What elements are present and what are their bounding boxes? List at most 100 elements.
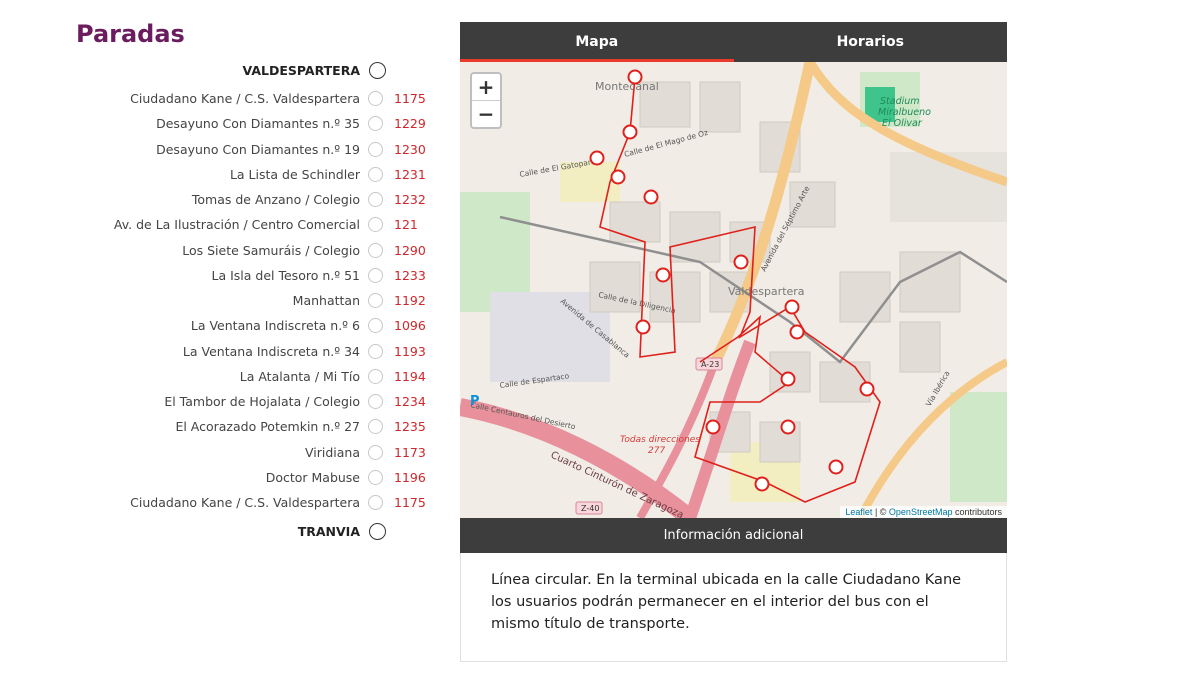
stop-name: Desayuno Con Diamantes n.º 19 (156, 141, 360, 157)
map-stop-marker[interactable] (622, 124, 638, 140)
stop-circle-icon (368, 293, 383, 308)
map-stop-marker[interactable] (589, 150, 605, 166)
stop-list-item[interactable]: El Acorazado Potemkin n.º 27 1235 (0, 416, 440, 441)
stop-circle-icon (368, 267, 383, 283)
stop-code: 1173 (394, 444, 426, 460)
map-stop-marker[interactable] (828, 459, 844, 475)
stop-list-item[interactable]: El Tambor de Hojalata / Colegio 1234 (0, 391, 440, 416)
stop-name: El Tambor de Hojalata / Colegio (164, 394, 360, 409)
label-stadium-2: Miralbueno (878, 107, 931, 118)
terminal-end-label: TRANVIA (297, 523, 360, 539)
attribution-suffix: contributors (952, 507, 1002, 517)
stop-list-item[interactable]: La Isla del Tesoro n.º 51 1233 (0, 265, 440, 290)
stop-code: 1096 (394, 318, 426, 334)
stop-list-item[interactable]: La Ventana Indiscreta n.º 6 1096 (0, 315, 440, 340)
stop-circle-icon (368, 419, 383, 435)
map-stop-marker[interactable] (610, 169, 626, 185)
label-valdespartera: Valdespartera (728, 285, 805, 298)
map-stop-marker[interactable] (635, 319, 651, 335)
stop-code: 121 (394, 217, 418, 233)
stop-name: Doctor Mabuse (265, 469, 360, 485)
stop-circle-icon (368, 495, 383, 510)
stop-circle-icon (368, 192, 383, 207)
map-stop-marker[interactable] (643, 189, 659, 205)
stop-code: 1235 (394, 419, 426, 435)
stop-code: 1175 (394, 91, 426, 106)
stop-circle-icon (368, 343, 383, 359)
stop-name: El Acorazado Potemkin n.º 27 (175, 419, 360, 435)
stop-name: Ciudadano Kane / C.S. Valdespartera (130, 495, 360, 510)
stop-name: Av. de La Ilustración / Centro Comercial (113, 217, 360, 233)
stop-circle-icon (368, 242, 383, 258)
osm-link[interactable]: OpenStreetMap (889, 507, 953, 517)
map-stop-marker[interactable] (784, 299, 800, 315)
stop-list-item[interactable]: La Ventana Indiscreta n.º 34 1193 (0, 341, 440, 366)
tab-mapa[interactable]: Mapa (460, 22, 734, 62)
map-stop-marker[interactable] (789, 324, 805, 340)
stop-list-item[interactable]: Desayuno Con Diamantes n.º 35 1229 (0, 113, 440, 138)
stop-list-item[interactable]: Ciudadano Kane / C.S. Valdespartera 1175 (0, 492, 440, 517)
stop-name: La Lista de Schindler (229, 166, 360, 182)
stop-circle-icon (368, 318, 383, 334)
stop-list-item[interactable]: Viridiana 1173 (0, 442, 440, 467)
zoom-control: + − (470, 72, 502, 129)
zoom-in-button[interactable]: + (472, 74, 500, 100)
label-stadium-1: Stadium (880, 96, 920, 107)
stop-circle-icon (368, 368, 383, 384)
stop-name: Ciudadano Kane / C.S. Valdespartera (130, 91, 360, 106)
stop-code: 1229 (394, 116, 426, 132)
stop-name: Los Siete Samuráis / Colegio (182, 242, 360, 258)
stops-title: Paradas (76, 20, 185, 48)
tab-bar: Mapa Horarios (460, 22, 1007, 62)
stop-name: Desayuno Con Diamantes n.º 35 (156, 116, 360, 132)
stop-name: Viridiana (304, 444, 360, 460)
stop-circle-icon (368, 116, 383, 132)
label-stadium-3: El Olivar (882, 118, 923, 129)
map-stop-marker[interactable] (754, 476, 770, 492)
stop-list-item[interactable]: Doctor Mabuse 1196 (0, 467, 440, 492)
stop-list-item[interactable]: La Lista de Schindler 1231 (0, 164, 440, 189)
tab-horarios[interactable]: Horarios (734, 22, 1008, 62)
leaflet-link[interactable]: Leaflet (845, 507, 872, 517)
label-montecanal: Montecanal (595, 80, 659, 93)
stop-list-item[interactable]: Av. de La Ilustración / Centro Comercial… (0, 214, 440, 239)
stop-list-item[interactable]: Ciudadano Kane / C.S. Valdespartera 1175 (0, 88, 440, 113)
stop-code: 1232 (394, 192, 426, 207)
terminal-start-circle-icon (369, 61, 386, 79)
zoom-out-button[interactable]: − (472, 100, 500, 127)
terminal-start[interactable]: VALDESPARTERA (242, 60, 386, 80)
stop-circle-icon (368, 394, 383, 409)
stop-circle-icon (368, 469, 383, 485)
route-map[interactable]: Calle de El Mago de Oz Calle de El Gatop… (460, 62, 1007, 518)
map-stop-marker[interactable] (655, 267, 671, 283)
map-stop-marker[interactable] (627, 69, 643, 85)
label-todas-direcciones: Todas direcciones (620, 435, 700, 445)
stop-code: 1194 (394, 368, 426, 384)
stop-list-item[interactable]: Los Siete Samuráis / Colegio 1290 (0, 240, 440, 265)
stop-name: La Ventana Indiscreta n.º 6 (190, 318, 360, 334)
map-stop-marker[interactable] (705, 419, 721, 435)
map-stop-marker[interactable] (859, 381, 875, 397)
info-header: Información adicional (460, 518, 1007, 553)
stop-code: 1193 (394, 343, 426, 359)
stop-list: Ciudadano Kane / C.S. Valdespartera 1175 D… (0, 88, 440, 517)
terminal-end[interactable]: TRANVIA (298, 521, 386, 541)
stop-list-item[interactable]: Manhattan 1192 (0, 290, 440, 315)
stop-list-item[interactable]: Tomas de Anzano / Colegio 1232 (0, 189, 440, 214)
stop-name: Manhattan (292, 293, 360, 308)
map-stop-marker[interactable] (780, 419, 796, 435)
stop-list-item[interactable]: Desayuno Con Diamantes n.º 19 1230 (0, 139, 440, 164)
stop-code: 1233 (394, 267, 426, 283)
stop-name: La Atalanta / Mi Tío (239, 368, 360, 384)
stop-list-item[interactable]: La Atalanta / Mi Tío 1194 (0, 366, 440, 391)
stop-code: 1231 (394, 166, 426, 182)
terminal-start-label: VALDESPARTERA (242, 62, 361, 78)
map-stop-marker[interactable] (780, 371, 796, 387)
stop-code: 1192 (394, 293, 426, 308)
stop-name: La Ventana Indiscreta n.º 34 (182, 343, 360, 359)
parking-icon: P (470, 394, 480, 409)
label-z40: Z-40 (581, 504, 599, 513)
map-stop-marker[interactable] (733, 254, 749, 270)
stop-code: 1230 (394, 141, 426, 157)
info-text: Línea circular. En la terminal ubicada e… (491, 572, 962, 632)
